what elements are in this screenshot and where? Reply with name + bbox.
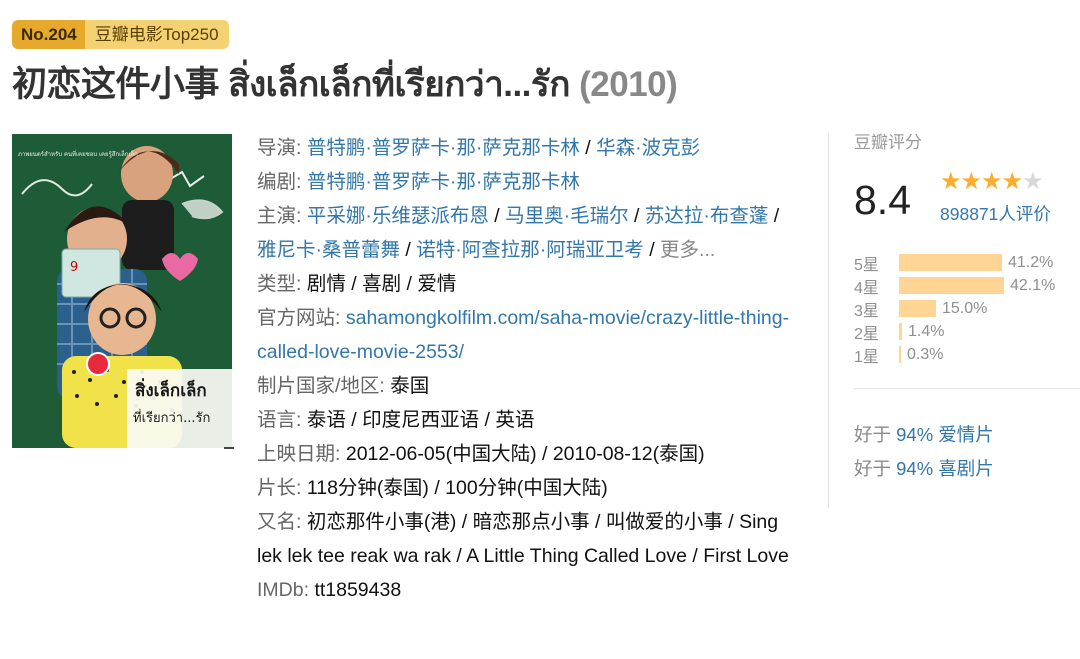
top250-badge[interactable]: No.204 豆瓣电影Top250 xyxy=(12,20,229,49)
rating-distribution: 5星 41.2% 4星 42.1% 3星 15.0% 2星 1.4% 1星 0.3% xyxy=(854,251,1080,366)
movie-year: (2010) xyxy=(579,65,678,104)
better-than-prefix: 好于 xyxy=(854,458,897,479)
rating-bar-row: 3星 15.0% xyxy=(854,297,1080,320)
language-row: 语言: 泰语 / 印度尼西亚语 / 英语 xyxy=(257,403,797,437)
rating-bar-row: 1星 0.3% xyxy=(854,343,1080,366)
rating-panel: 豆瓣评分 8.4 ★★★★★ 898871人评价 5星 41.2% 4星 42.1% 3… xyxy=(854,131,1080,479)
cast-link[interactable]: 诺特·阿查拉那·阿瑞亚卫考 xyxy=(416,239,644,261)
rating-bar-label: 4星 xyxy=(854,279,879,297)
release-row: 上映日期: 2012-06-05(中国大陆) / 2010-08-12(泰国) xyxy=(257,437,797,471)
aka-row: 又名: 初恋那件小事(港) / 暗恋那点小事 / 叫做爱的小事 / Sing l… xyxy=(257,505,797,573)
better-than-prefix: 好于 xyxy=(854,424,897,445)
movie-title-text: 初恋这件小事 สิ่งเล็กเล็กที่เรียกว่า...รัก xyxy=(12,65,570,104)
language-value: 泰语 / 印度尼西亚语 / 英语 xyxy=(306,409,535,431)
better-than-link[interactable]: 94% 爱情片 xyxy=(896,424,994,445)
cast-link[interactable]: 马里奥·毛瑞尔 xyxy=(505,205,629,227)
rating-bar-percent: 1.4% xyxy=(908,322,945,340)
imdb-row: IMDb: tt1859438 xyxy=(257,573,797,607)
genre-label: 类型: xyxy=(257,273,307,295)
genre-item: 剧情 xyxy=(306,273,346,295)
star-full-icon: ★ xyxy=(940,168,961,195)
website-row: 官方网站: sahamongkolfilm.com/saha-movie/cra… xyxy=(257,301,797,369)
rating-bar-percent: 0.3% xyxy=(907,345,944,363)
poster-corner-mark xyxy=(224,447,234,449)
star-full-icon: ★ xyxy=(1001,168,1023,195)
director-label: 导演: xyxy=(257,137,307,159)
star-full-icon: ★ xyxy=(981,168,1002,195)
rating-bar-fill xyxy=(899,254,1002,271)
rank-number: No.204 xyxy=(12,20,85,49)
genre-item: 喜剧 xyxy=(362,273,402,295)
cast-link[interactable]: 雅尼卡·桑普蕾舞 xyxy=(257,239,400,261)
rating-bar-label: 1星 xyxy=(854,348,879,366)
runtime-row: 片长: 118分钟(泰国) / 100分钟(中国大陆) xyxy=(257,471,797,505)
poster-title-line2: ที่เรียกว่า...รัก xyxy=(133,409,210,426)
cast-label: 主演: xyxy=(257,205,307,227)
rating-bar-fill xyxy=(899,346,901,363)
rating-bar-row: 2星 1.4% xyxy=(854,320,1080,343)
poster-tagline: ภาพยนตร์สำหรับ คนที่เคยชอบ เคยรู้สึกเล็ก… xyxy=(18,149,138,158)
rating-bar-label: 2星 xyxy=(854,325,879,343)
aka-value: 初恋那件小事(港) / 暗恋那点小事 / 叫做爱的小事 / Sing lek l… xyxy=(257,511,789,567)
release-value: 2012-06-05(中国大陆) / 2010-08-12(泰国) xyxy=(345,443,705,465)
movie-poster[interactable]: 9 สิ่งเล็กเล็ก ที่เรียกว่า...รัก ภาพยนตร… xyxy=(12,134,232,448)
rating-stars: ★★★★★ xyxy=(940,168,1044,196)
rating-title: 豆瓣评分 xyxy=(854,133,922,152)
poster-badge-number: 9 xyxy=(70,260,78,275)
rating-bar-fill xyxy=(899,323,902,340)
country-value: 泰国 xyxy=(390,375,430,397)
website-label: 官方网站: xyxy=(257,307,346,329)
cast-link[interactable]: 苏达拉·布查蓬 xyxy=(645,205,769,227)
rating-bar-label: 3星 xyxy=(854,302,879,320)
language-label: 语言: xyxy=(257,409,307,431)
runtime-label: 片长: xyxy=(257,477,307,499)
rating-score: 8.4 xyxy=(854,177,911,223)
rating-bar-percent: 15.0% xyxy=(942,299,988,317)
genre-row: 类型: 剧情 / 喜剧 / 爱情 xyxy=(257,273,457,295)
director-link[interactable]: 华森·波克彭 xyxy=(596,137,700,159)
release-label: 上映日期: xyxy=(257,443,346,465)
writer-label: 编剧: xyxy=(257,171,307,193)
top250-list-link[interactable]: 豆瓣电影Top250 xyxy=(84,20,229,49)
rating-votes-link[interactable]: 898871人评价 xyxy=(940,201,1051,226)
cast-row: 主演: 平采娜·乐维瑟派布恩 / 马里奥·毛瑞尔 / 苏达拉·布查蓬 / 雅尼卡… xyxy=(257,205,780,261)
rating-bar-percent: 42.1% xyxy=(1010,276,1056,294)
movie-info: 导演: 普特鹏·普罗萨卡·那·萨克那卡林 / 华森·波克彭 编剧: 普特鹏·普罗… xyxy=(257,131,797,607)
rating-bar-fill xyxy=(899,300,936,317)
aka-label: 又名: xyxy=(257,511,307,533)
rating-divider xyxy=(854,388,1080,389)
rating-bar-label: 5星 xyxy=(854,256,879,274)
star-full-icon: ★ xyxy=(960,168,982,195)
rating-bar-row: 5星 41.2% xyxy=(854,251,1080,274)
rating-bar-fill xyxy=(899,277,1004,294)
director-row: 导演: 普特鹏·普罗萨卡·那·萨克那卡林 / 华森·波克彭 xyxy=(257,137,701,159)
director-link[interactable]: 普特鹏·普罗萨卡·那·萨克那卡林 xyxy=(307,137,580,159)
better-than-link[interactable]: 94% 喜剧片 xyxy=(896,458,994,479)
country-row: 制片国家/地区: 泰国 xyxy=(257,369,797,403)
poster-title-line1: สิ่งเล็กเล็ก xyxy=(135,378,207,401)
movie-title: 初恋这件小事 สิ่งเล็กเล็กที่เรียกว่า...รัก (20… xyxy=(12,56,678,112)
runtime-value: 118分钟(泰国) / 100分钟(中国大陆) xyxy=(306,477,608,499)
rating-bar-percent: 41.2% xyxy=(1008,253,1054,271)
writer-row: 编剧: 普特鹏·普罗萨卡·那·萨克那卡林 xyxy=(257,165,797,199)
rating-bar-row: 4星 42.1% xyxy=(854,274,1080,297)
better-than-item: 好于 94% 喜剧片 xyxy=(854,452,994,486)
imdb-value: tt1859438 xyxy=(314,579,402,601)
poster-image: 9 สิ่งเล็กเล็ก ที่เรียกว่า...รัก ภาพยนตร… xyxy=(12,134,232,448)
cast-more-link[interactable]: 更多... xyxy=(660,239,715,261)
star-empty-icon: ★ xyxy=(1022,168,1043,195)
writer-link[interactable]: 普特鹏·普罗萨卡·那·萨克那卡林 xyxy=(307,171,580,193)
cast-link[interactable]: 平采娜·乐维瑟派布恩 xyxy=(307,205,489,227)
imdb-label: IMDb: xyxy=(257,579,315,601)
better-than: 好于 94% 爱情片 好于 94% 喜剧片 xyxy=(854,418,994,486)
section-divider xyxy=(828,133,829,508)
genre-item: 爱情 xyxy=(417,273,457,295)
better-than-item: 好于 94% 爱情片 xyxy=(854,418,994,452)
country-label: 制片国家/地区: xyxy=(257,375,391,397)
